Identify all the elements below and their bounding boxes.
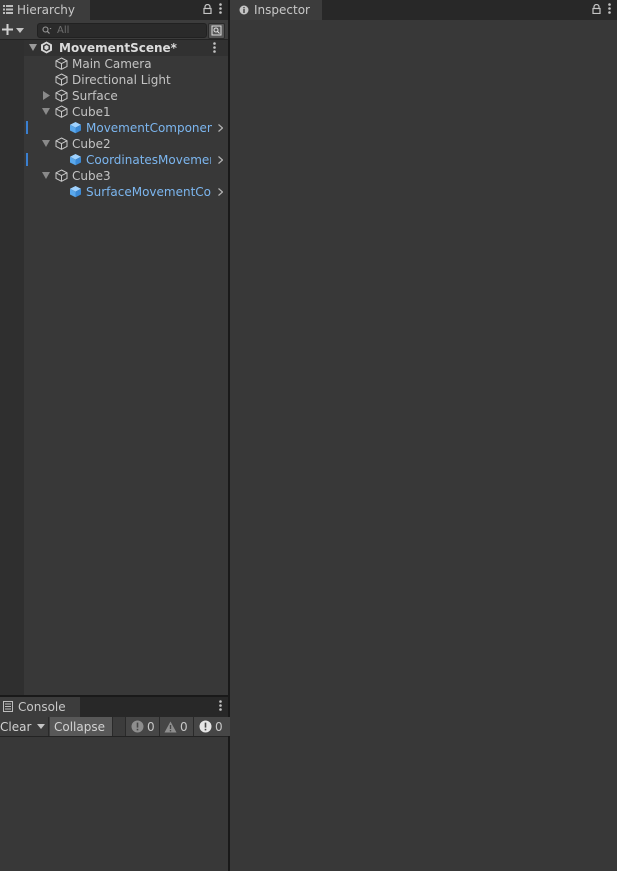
unity-scene-icon: [40, 41, 53, 54]
hierarchy-item-cube3[interactable]: Cube3: [24, 168, 228, 184]
hierarchy-item-label: Cube2: [72, 137, 111, 151]
hierarchy-item-cube1[interactable]: Cube1: [24, 104, 228, 120]
hierarchy-tab-bar: Hierarchy: [0, 0, 228, 20]
lock-icon[interactable]: [592, 3, 601, 14]
chevron-down-icon: [37, 724, 45, 729]
more-options-icon[interactable]: [608, 3, 611, 14]
hierarchy-item-label: Directional Light: [72, 73, 171, 87]
chevron-right-icon[interactable]: [218, 124, 223, 132]
tab-hierarchy-label: Hierarchy: [17, 3, 76, 17]
expand-down-arrow-icon[interactable]: [42, 172, 50, 179]
expand-right-arrow-icon[interactable]: [43, 91, 50, 100]
scene-menu-icon[interactable]: [213, 42, 216, 53]
hierarchy-item-directional-light[interactable]: Directional Light: [24, 72, 228, 88]
hierarchy-item-label: CoordinatesMovementComponent: [86, 153, 211, 167]
hierarchy-item-label: MovementComponent: [86, 121, 212, 135]
collapse-button[interactable]: Collapse: [50, 717, 113, 736]
gameobject-cube-icon: [55, 57, 68, 70]
gameobject-cube-icon: [55, 137, 68, 150]
chevron-right-icon[interactable]: [218, 156, 223, 164]
expand-down-arrow-icon[interactable]: [29, 44, 37, 51]
hierarchy-gutter: [0, 40, 24, 695]
prefab-cube-icon: [69, 185, 82, 198]
hierarchy-item-label: SurfaceMovementComponent: [86, 185, 211, 199]
clear-button[interactable]: Clear: [0, 717, 35, 736]
error-icon: [199, 720, 212, 733]
hierarchy-list-icon: [3, 5, 13, 14]
hierarchy-item-movementcomponent[interactable]: MovementComponent: [24, 120, 228, 136]
prefab-cube-icon: [69, 153, 82, 166]
info-icon: [131, 720, 144, 733]
hierarchy-item-label: Cube3: [72, 169, 111, 183]
hierarchy-item-coordinatesmovementcomponent[interactable]: CoordinatesMovementComponent: [24, 152, 228, 168]
warning-count-toggle[interactable]: 0: [159, 717, 194, 736]
hierarchy-toolbar: All: [0, 20, 228, 40]
scene-name: MovementScene*: [59, 41, 177, 55]
prefab-cube-icon: [69, 121, 82, 134]
warning-count: 0: [180, 719, 188, 734]
clear-options-dropdown[interactable]: [34, 717, 49, 736]
add-dropdown-icon[interactable]: [16, 28, 24, 33]
more-options-icon[interactable]: [219, 3, 222, 14]
error-count-toggle[interactable]: 0: [193, 717, 230, 736]
expand-down-arrow-icon[interactable]: [42, 108, 50, 115]
collapse-button-label: Collapse: [54, 719, 105, 734]
lock-icon[interactable]: [203, 3, 212, 14]
hierarchy-item-cube2[interactable]: Cube2: [24, 136, 228, 152]
hierarchy-panel: Hierarchy All MovementScene* Main Camera…: [0, 0, 228, 695]
hierarchy-item-surface[interactable]: Surface: [24, 88, 228, 104]
console-toolbar: Clear Collapse 0 0 0: [0, 717, 230, 737]
tab-hierarchy[interactable]: Hierarchy: [0, 0, 90, 20]
scene-search-button[interactable]: [208, 23, 225, 39]
expand-down-arrow-icon[interactable]: [42, 140, 50, 147]
error-count: 0: [215, 719, 223, 734]
inspector-content: [230, 20, 617, 871]
prefab-override-marker: [26, 153, 28, 166]
gameobject-cube-icon: [55, 169, 68, 182]
gameobject-cube-icon: [55, 89, 68, 102]
hierarchy-item-label: Cube1: [72, 105, 111, 119]
search-icon: [42, 26, 52, 35]
console-icon: [3, 701, 13, 712]
hierarchy-item-label: Main Camera: [72, 57, 152, 71]
clear-button-label: Clear: [0, 719, 32, 734]
console-panel: Console Clear Collapse 0 0 0: [0, 697, 230, 871]
scene-search-icon: [211, 25, 222, 36]
log-count: 0: [147, 719, 155, 734]
tab-console[interactable]: Console: [0, 697, 80, 717]
scene-row-movementscene[interactable]: MovementScene*: [24, 40, 228, 56]
chevron-right-icon[interactable]: [218, 188, 223, 196]
inspector-tab-bar: Inspector: [230, 0, 617, 20]
gameobject-cube-icon: [55, 73, 68, 86]
tab-inspector-label: Inspector: [254, 3, 310, 17]
inspector-panel: Inspector: [230, 0, 617, 871]
search-placeholder: All: [57, 25, 70, 36]
add-icon[interactable]: [2, 24, 13, 35]
tab-inspector[interactable]: Inspector: [230, 0, 322, 20]
hierarchy-item-main-camera[interactable]: Main Camera: [24, 56, 228, 72]
console-tab-bar: Console: [0, 697, 228, 717]
hierarchy-tree: MovementScene* Main Camera Directional L…: [0, 40, 228, 695]
info-circle-icon: [239, 5, 249, 15]
hierarchy-item-surfacemovementcomponent[interactable]: SurfaceMovementComponent: [24, 184, 228, 200]
tab-console-label: Console: [18, 700, 66, 714]
more-options-icon[interactable]: [219, 700, 222, 711]
search-input[interactable]: All: [37, 23, 207, 38]
warning-icon: [164, 721, 177, 733]
gameobject-cube-icon: [55, 105, 68, 118]
prefab-override-marker: [26, 121, 28, 134]
hierarchy-item-label: Surface: [72, 89, 118, 103]
